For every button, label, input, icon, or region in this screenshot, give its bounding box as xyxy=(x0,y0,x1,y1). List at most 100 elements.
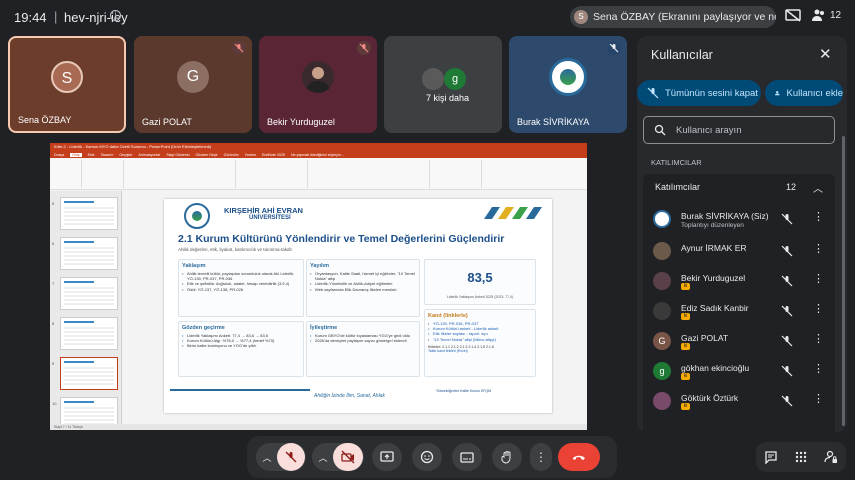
add-person-icon xyxy=(775,90,780,96)
guest-badge-icon: ki xyxy=(681,313,690,320)
tile-gazi[interactable]: G Gazi POLAT xyxy=(134,36,252,133)
user-search-input[interactable]: Kullanıcı arayın xyxy=(643,116,835,144)
tile-sena[interactable]: S Sena ÖZBAY xyxy=(8,36,126,133)
scrollbar[interactable] xyxy=(842,136,845,426)
box-heading: Yaklaşım xyxy=(182,263,206,269)
host-controls-button[interactable] xyxy=(816,444,846,470)
activities-button[interactable] xyxy=(786,444,816,470)
guest-badge-icon: ki xyxy=(681,403,690,410)
mic-toggle-button[interactable] xyxy=(277,443,305,471)
more-vert-icon: ⋮ xyxy=(535,450,547,464)
box-yayilim: Yayılım Oryantasyon, Kalite Saati, hizme… xyxy=(306,259,420,317)
slide-thumbnail-selected[interactable] xyxy=(60,357,118,390)
chevron-up-icon[interactable]: ︿ xyxy=(313,451,333,464)
participant-row[interactable]: G Gazi POLAT ki ⋮ xyxy=(643,326,835,356)
tab-gecisler: Geçişler xyxy=(119,152,133,157)
more-options-icon[interactable]: ⋮ xyxy=(813,272,824,285)
more-options-button[interactable]: ⋮ xyxy=(530,443,552,471)
more-options-icon[interactable]: ⋮ xyxy=(813,210,824,223)
list-item: Ödül: YÖ-137, YÖ-138, PR-026 xyxy=(182,287,300,292)
chevron-up-icon[interactable]: ︿ xyxy=(257,451,277,464)
mute-all-button[interactable]: Tümünün sesini kapat xyxy=(637,80,761,106)
close-icon[interactable]: ✕ xyxy=(819,45,832,63)
slide-number: 10 xyxy=(52,401,57,406)
mic-off-icon[interactable] xyxy=(781,305,793,317)
participant-row[interactable]: Göktürk Öztürk ki ⋮ xyxy=(643,386,835,416)
leave-call-button[interactable] xyxy=(558,443,600,471)
chat-button[interactable] xyxy=(756,444,786,470)
box-kanit: Kanıt (linklerle) YÖ-139, PR-036, PR-037… xyxy=(424,309,536,377)
clock: 19:44 xyxy=(14,10,47,25)
end-call-icon xyxy=(573,455,585,460)
list-item: Ahilik temelli kültür, paylaşılan soruml… xyxy=(182,271,300,281)
more-options-icon[interactable]: ⋮ xyxy=(813,332,824,345)
ribbon xyxy=(50,158,587,190)
slide-number: 9 xyxy=(52,361,55,366)
chevron-up-icon[interactable]: ︿ xyxy=(813,180,823,195)
participant-row[interactable]: Burak SİVRİKAYA (Siz) Toplantıyı düzenle… xyxy=(643,204,835,234)
avatar: G xyxy=(653,332,671,350)
more-options-icon[interactable]: ⋮ xyxy=(813,362,824,375)
mic-off-icon[interactable] xyxy=(781,395,793,407)
camera-toggle-button[interactable] xyxy=(333,443,363,471)
slide-thumbnail[interactable] xyxy=(60,237,118,270)
add-user-label: Kullanıcı ekle xyxy=(786,87,843,99)
captions-button[interactable] xyxy=(452,443,482,471)
participant-row[interactable]: g gökhan ekincioğlu ki ⋮ xyxy=(643,356,835,386)
tile-more[interactable]: g 7 kişi daha xyxy=(384,36,502,133)
tab-giris: Giriş xyxy=(70,152,82,157)
university-logo xyxy=(184,203,210,229)
mic-off-icon[interactable] xyxy=(781,365,793,377)
participants-group: Katılımcılar 12 ︿ Burak SİVRİKAYA (Siz) … xyxy=(643,174,835,432)
mic-off-icon[interactable] xyxy=(781,335,793,347)
guest-badge-icon: ki xyxy=(681,373,690,380)
slide-canvas: KIRŞEHİR AHİ EVRAN ÜNİVERSİTESİ 2.1 Kuru… xyxy=(164,199,552,413)
mic-off-icon[interactable] xyxy=(781,275,793,287)
slide-thumbnail[interactable] xyxy=(60,317,118,350)
search-hint: Ne yapmak istediğinizi söyleyin... xyxy=(290,152,344,157)
box-heading: İyileştirme xyxy=(310,325,338,331)
participant-row[interactable]: Aynur İRMAK ER ⋮ xyxy=(643,236,835,266)
avatar-photo xyxy=(422,68,444,90)
info-icon[interactable]: i xyxy=(110,10,121,21)
raise-hand-button[interactable] xyxy=(492,443,522,471)
decorative-stripes xyxy=(484,207,542,219)
slide-subtitle: Ahilik değerleri, etik, liyakat, katılım… xyxy=(178,247,293,252)
participant-row[interactable]: Bekir Yurduguzel ki ⋮ xyxy=(643,266,835,296)
more-options-icon[interactable]: ⋮ xyxy=(813,302,824,315)
mic-off-icon xyxy=(285,451,297,463)
tile-burak[interactable]: Burak SİVRİKAYA xyxy=(509,36,627,133)
participant-name: Göktürk Öztürk xyxy=(681,393,739,403)
tile-bekir[interactable]: Bekir Yurduguzel xyxy=(259,36,377,133)
apps-grid-icon xyxy=(795,451,807,463)
avatar-photo xyxy=(653,392,671,410)
slide-thumbnail[interactable] xyxy=(60,277,118,310)
lock-person-icon xyxy=(824,450,837,463)
box-heading: Yayılım xyxy=(310,263,329,269)
box-yaklasim: Yaklaşım Ahilik temelli kültür, paylaşıl… xyxy=(178,259,304,317)
avatar-photo xyxy=(653,242,671,260)
reactions-button[interactable] xyxy=(412,443,442,471)
tile-name: Gazi POLAT xyxy=(142,117,192,127)
avatar-logo xyxy=(653,210,671,228)
search-placeholder: Kullanıcı arayın xyxy=(676,124,742,136)
more-options-icon[interactable]: ⋮ xyxy=(813,242,824,255)
tab-endnote: EndNote 2025 xyxy=(261,152,285,157)
mic-off-icon[interactable] xyxy=(781,245,793,257)
shared-screen[interactable]: Krtie-2 - Liderlik - Kamun MYO daha Ozet… xyxy=(50,143,587,430)
people-icon[interactable] xyxy=(812,8,826,22)
participant-row[interactable]: Ediz Sadık Kanbir ki ⋮ xyxy=(643,296,835,326)
tab-ekle: Ekle xyxy=(87,152,95,157)
present-button[interactable] xyxy=(372,443,402,471)
tab-gorunum: Görünüm xyxy=(223,152,239,157)
mic-off-icon[interactable] xyxy=(781,213,793,225)
ribbon-tabs: Dosya Giriş Ekle Tasarım Geçişler Animas… xyxy=(50,151,587,158)
emoji-icon xyxy=(420,450,434,464)
slide-thumbnail[interactable] xyxy=(60,197,118,230)
more-options-icon[interactable]: ⋮ xyxy=(813,392,824,405)
screen-share-off-icon[interactable] xyxy=(785,9,801,22)
participant-name: Burak SİVRİKAYA (Siz) xyxy=(681,211,769,221)
presenter-chip[interactable]: S Sena ÖZBAY (Ekranını paylaşıyor ve not… xyxy=(570,6,776,28)
tab-slayt-gosterisi: Slayt Gösterisi xyxy=(166,152,190,157)
add-user-button[interactable]: Kullanıcı ekle xyxy=(765,80,843,106)
